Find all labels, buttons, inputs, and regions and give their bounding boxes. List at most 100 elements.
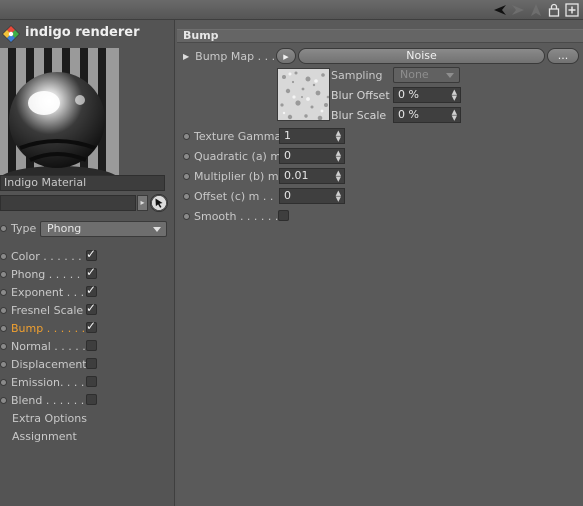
- channel-row[interactable]: Exponent . . .: [0, 283, 84, 301]
- spinner-icon[interactable]: ▲ ▼: [336, 170, 341, 183]
- animation-dot-icon[interactable]: [183, 172, 190, 180]
- animation-dot-icon[interactable]: [0, 324, 7, 332]
- material-preview[interactable]: [0, 48, 119, 189]
- channel-checkbox[interactable]: ✓: [86, 247, 97, 261]
- param-row: Texture Gamma: [183, 127, 281, 145]
- blur-offset-value: 0 %: [398, 88, 419, 101]
- animation-dot-icon[interactable]: [0, 306, 7, 314]
- channel-row[interactable]: Fresnel Scale: [0, 301, 83, 319]
- channel-checkbox[interactable]: [86, 340, 97, 351]
- channel-label[interactable]: Color . . . . . .: [11, 250, 82, 263]
- channel-row[interactable]: Phong . . . . .: [0, 265, 80, 283]
- checkmark-icon: ✓: [86, 265, 97, 279]
- channel-checkbox[interactable]: [86, 394, 97, 405]
- param-field[interactable]: 0.01 ▲ ▼: [279, 168, 345, 184]
- smooth-label: Smooth . . . . . .: [194, 209, 279, 223]
- param-field[interactable]: 0 ▲ ▼: [279, 148, 345, 164]
- renderer-title: indigo renderer: [25, 25, 140, 40]
- channel-checkbox[interactable]: ✓: [86, 319, 97, 333]
- blur-scale-label: Blur Scale: [331, 109, 387, 122]
- param-field[interactable]: 1 ▲ ▼: [279, 128, 345, 144]
- type-select[interactable]: Phong: [40, 221, 167, 237]
- type-select-value: Phong: [47, 222, 82, 235]
- spinner-icon[interactable]: ▲ ▼: [336, 190, 341, 203]
- smooth-checkbox[interactable]: [278, 210, 289, 221]
- channel-label[interactable]: Exponent . . .: [11, 286, 84, 299]
- checkmark-icon: ✓: [86, 301, 97, 315]
- animation-dot-icon[interactable]: [0, 224, 7, 232]
- animation-dot-icon[interactable]: [0, 396, 7, 404]
- shader-arrow-button[interactable]: ▶: [276, 48, 296, 64]
- param-value: 1: [284, 129, 291, 142]
- back-arrow-icon[interactable]: [493, 3, 507, 17]
- link-field[interactable]: [0, 195, 136, 211]
- forward-arrow-icon[interactable]: [511, 3, 525, 17]
- up-arrow-icon[interactable]: [529, 3, 543, 17]
- param-label: Texture Gamma: [194, 129, 282, 143]
- channel-label[interactable]: Bump . . . . . .: [11, 322, 85, 335]
- sampling-label: Sampling: [331, 69, 383, 82]
- bump-map-label: Bump Map . . . .: [195, 49, 283, 63]
- sampling-select-value: None: [400, 68, 429, 81]
- channel-checkbox[interactable]: [86, 358, 97, 369]
- animation-dot-icon[interactable]: [183, 132, 190, 140]
- animation-dot-icon[interactable]: [183, 152, 190, 160]
- expand-triangle-icon[interactable]: ▶: [183, 52, 189, 61]
- spinner-icon[interactable]: ▲ ▼: [452, 109, 457, 122]
- noise-thumbnail[interactable]: [277, 68, 330, 121]
- channel-checkbox[interactable]: [86, 376, 97, 387]
- channel-row[interactable]: Bump . . . . . .: [0, 319, 85, 337]
- channel-label[interactable]: Displacement: [11, 358, 87, 371]
- channel-label[interactable]: Normal . . . . .: [11, 340, 86, 353]
- animation-dot-icon[interactable]: [0, 270, 7, 278]
- param-field[interactable]: 0 ▲ ▼: [279, 188, 345, 204]
- link-arrow-button[interactable]: ▸: [137, 195, 148, 211]
- title-bar-icons: [493, 2, 579, 18]
- sampling-select[interactable]: None: [393, 67, 460, 83]
- animation-dot-icon[interactable]: [0, 360, 7, 368]
- spinner-icon[interactable]: ▲ ▼: [452, 89, 457, 102]
- more-button[interactable]: ...: [547, 48, 579, 64]
- extra-options-label: Extra Options: [12, 411, 87, 425]
- channel-row[interactable]: Emission. . . .: [0, 373, 84, 391]
- spinner-icon[interactable]: ▲ ▼: [336, 130, 341, 143]
- new-panel-icon[interactable]: [565, 3, 579, 17]
- channel-checkbox[interactable]: ✓: [86, 301, 97, 315]
- channel-row[interactable]: Normal . . . . .: [0, 337, 86, 355]
- channel-label[interactable]: Phong . . . . .: [11, 268, 80, 281]
- checkmark-icon: ✓: [86, 247, 97, 261]
- channel-row[interactable]: Blend . . . . . .: [0, 391, 84, 409]
- channel-row[interactable]: Color . . . . . .: [0, 247, 82, 265]
- param-label: Quadratic (a) m: [194, 149, 282, 163]
- title-bar: [0, 0, 583, 20]
- param-value: 0.01: [284, 169, 309, 182]
- animation-dot-icon[interactable]: [0, 342, 7, 350]
- animation-dot-icon[interactable]: [183, 212, 190, 220]
- param-value: 0: [284, 149, 291, 162]
- shader-button[interactable]: Noise: [298, 48, 545, 64]
- channel-checkbox[interactable]: ✓: [86, 283, 97, 297]
- blur-offset-field[interactable]: 0 % ▲ ▼: [393, 87, 461, 103]
- bump-map-row: ▶ Bump Map . . . .: [183, 47, 282, 65]
- channel-label[interactable]: Blend . . . . . .: [11, 394, 84, 407]
- animation-dot-icon[interactable]: [183, 192, 190, 200]
- lock-icon[interactable]: [547, 3, 561, 17]
- channel-label[interactable]: Emission. . . .: [11, 376, 84, 389]
- channel-checkbox[interactable]: ✓: [86, 265, 97, 279]
- animation-dot-icon[interactable]: [0, 252, 7, 260]
- bump-settings-panel: Bump ▶ Bump Map . . . . ▶ Noise ... Samp…: [177, 20, 583, 506]
- assignment-label: Assignment: [12, 429, 77, 443]
- assignment-item[interactable]: Assignment: [12, 427, 77, 445]
- channel-row[interactable]: Displacement: [0, 355, 87, 373]
- param-row: Multiplier (b) m: [183, 167, 279, 185]
- animation-dot-icon[interactable]: [0, 288, 7, 296]
- extra-options-item[interactable]: Extra Options: [12, 409, 87, 427]
- type-row: Type: [0, 219, 36, 237]
- blur-scale-field[interactable]: 0 % ▲ ▼: [393, 107, 461, 123]
- material-name-field[interactable]: Indigo Material: [0, 175, 165, 191]
- animation-dot-icon[interactable]: [0, 378, 7, 386]
- channel-label[interactable]: Fresnel Scale: [11, 304, 83, 317]
- bump-section-header: Bump: [177, 29, 583, 43]
- pick-object-icon[interactable]: [150, 194, 168, 212]
- spinner-icon[interactable]: ▲ ▼: [336, 150, 341, 163]
